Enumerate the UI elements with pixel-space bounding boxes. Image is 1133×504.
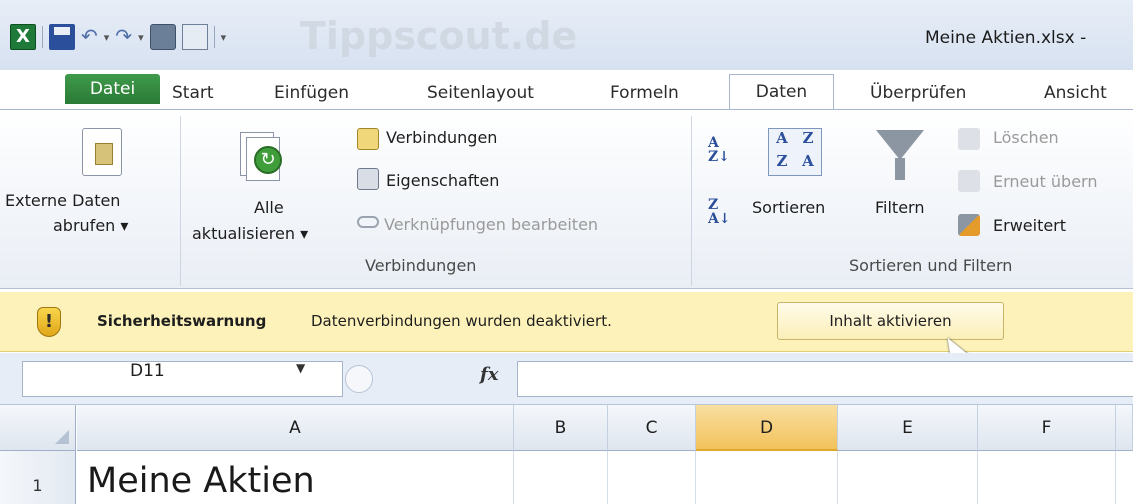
form-icon[interactable] <box>181 24 208 50</box>
tab-einfuegen[interactable]: Einfügen <box>274 78 349 110</box>
enable-content-button[interactable]: Inhalt aktivieren <box>777 302 1004 340</box>
window-title: Meine Aktien.xlsx - <box>925 28 1087 48</box>
redo-dropdown-icon[interactable]: ▾ <box>138 31 144 44</box>
column-header-d[interactable]: D <box>696 405 838 451</box>
group-label-connections: Verbindungen <box>365 256 477 275</box>
formula-input[interactable] <box>517 361 1133 397</box>
sort-za-icon[interactable]: Z A↓ <box>708 198 731 226</box>
worksheet-grid: A B C D E F 1 Meine Aktien <box>0 405 1133 504</box>
connections-icon[interactable] <box>357 128 379 150</box>
reapply-button: Erneut übern <box>993 172 1098 191</box>
tab-seitenlayout[interactable]: Seitenlayout <box>427 78 534 110</box>
edit-links-icon <box>357 216 379 228</box>
row-header-1[interactable]: 1 <box>0 451 76 504</box>
cell-b1[interactable] <box>514 451 608 504</box>
security-warning-title: Sicherheitswarnung <box>97 312 267 330</box>
connections-button[interactable]: Verbindungen <box>386 128 497 147</box>
refresh-all-label-1[interactable]: Alle <box>254 198 284 217</box>
tab-formeln[interactable]: Formeln <box>610 78 679 110</box>
external-data-label-1[interactable]: Externe Daten <box>5 191 120 210</box>
external-data-icon[interactable] <box>82 128 122 176</box>
title-bar: X ↶ ▾ ↷ ▾ ▾ Tippscout.de Meine Aktien.xl… <box>0 0 1133 70</box>
sort-dialog-icon[interactable]: AZZA <box>768 128 822 176</box>
refresh-all-label-2[interactable]: aktualisieren ▾ <box>192 224 308 243</box>
ribbon-tabs: Datei Start Einfügen Seitenlayout Formel… <box>0 70 1133 110</box>
sort-button[interactable]: Sortieren <box>752 198 825 217</box>
excel-logo-icon[interactable]: X <box>10 24 36 50</box>
undo-dropdown-icon[interactable]: ▾ <box>104 31 110 44</box>
tab-ansicht[interactable]: Ansicht <box>1044 78 1107 110</box>
tab-start[interactable]: Start <box>172 78 214 110</box>
group-separator <box>691 116 692 286</box>
insert-function-icon[interactable]: fx <box>480 364 498 385</box>
name-box-dropdown-icon[interactable]: ▼ <box>296 361 305 375</box>
properties-icon[interactable] <box>357 168 379 190</box>
advanced-filter-button[interactable]: Erweitert <box>993 216 1066 235</box>
group-separator <box>180 116 181 286</box>
shield-warning-icon: ! <box>37 307 61 337</box>
properties-button[interactable]: Eigenschaften <box>386 171 499 190</box>
name-box[interactable] <box>22 361 343 397</box>
cell-f1[interactable] <box>978 451 1116 504</box>
save-icon[interactable] <box>49 24 75 50</box>
cell-a1[interactable]: Meine Aktien <box>77 451 514 504</box>
quick-access-toolbar: X ↶ ▾ ↷ ▾ ▾ <box>10 24 226 50</box>
tab-daten[interactable]: Daten <box>729 74 834 110</box>
camera-icon[interactable] <box>149 24 176 50</box>
name-box-value: D11 <box>130 361 165 381</box>
external-data-label-2[interactable]: abrufen ▾ <box>53 216 128 235</box>
column-header-f[interactable]: F <box>978 405 1116 451</box>
tab-datei[interactable]: Datei <box>65 74 160 104</box>
column-header-b[interactable]: B <box>514 405 608 451</box>
reapply-icon <box>958 170 980 192</box>
select-all-corner[interactable] <box>0 405 76 451</box>
separator <box>213 26 215 48</box>
redo-icon[interactable]: ↷ <box>115 24 132 50</box>
edit-links-button: Verknüpfungen bearbeiten <box>384 215 599 234</box>
security-warning-message: Datenverbindungen wurden deaktiviert. <box>311 312 612 330</box>
column-header-c[interactable]: C <box>608 405 696 451</box>
separator <box>42 26 43 48</box>
security-warning-bar: ! Sicherheitswarnung Datenverbindungen w… <box>0 292 1133 352</box>
sort-az-icon[interactable]: A Z↓ <box>708 136 730 164</box>
clear-button: Löschen <box>993 128 1059 147</box>
column-header-next[interactable] <box>1116 405 1133 451</box>
refresh-all-icon[interactable]: ↻ <box>240 132 290 188</box>
column-header-e[interactable]: E <box>838 405 978 451</box>
clear-icon <box>958 128 980 150</box>
customize-toolbar-icon[interactable]: ▾ <box>221 31 227 44</box>
column-header-a[interactable]: A <box>77 405 514 451</box>
group-label-sort-filter: Sortieren und Filtern <box>849 256 1013 275</box>
advanced-filter-icon[interactable] <box>958 214 980 236</box>
cell-c1[interactable] <box>608 451 696 504</box>
cell-d1[interactable] <box>696 451 838 504</box>
formula-cancel-icon <box>345 365 373 393</box>
cell-e1[interactable] <box>838 451 978 504</box>
watermark: Tippscout.de <box>300 14 578 58</box>
filter-button[interactable]: Filtern <box>875 198 924 217</box>
filter-icon-stem <box>895 158 905 180</box>
undo-icon[interactable]: ↶ <box>81 24 98 50</box>
tab-ueberpruefen[interactable]: Überprüfen <box>870 78 966 110</box>
filter-icon[interactable] <box>876 130 924 160</box>
formula-bar: D11 ▼ fx <box>0 353 1133 405</box>
